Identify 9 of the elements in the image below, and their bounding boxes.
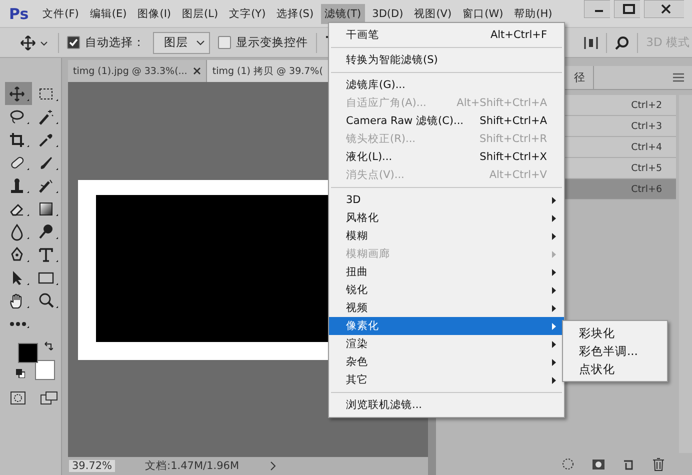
shortcut-text: Ctrl+4 bbox=[631, 142, 662, 152]
shortcut-text: Ctrl+3 bbox=[631, 120, 662, 132]
checkbox-label: 自动选择： bbox=[85, 35, 145, 50]
checkbox-label: 显示变换控件 bbox=[236, 35, 308, 50]
document-size: 文档:1.47M/1.96M bbox=[145, 459, 239, 473]
shortcut-text: Ctrl+6 bbox=[631, 184, 662, 194]
shortcut-text: Ctrl+2 bbox=[631, 100, 662, 110]
app-logo: Ps bbox=[9, 4, 29, 22]
shortcut-text: Ctrl+5 bbox=[631, 162, 662, 174]
